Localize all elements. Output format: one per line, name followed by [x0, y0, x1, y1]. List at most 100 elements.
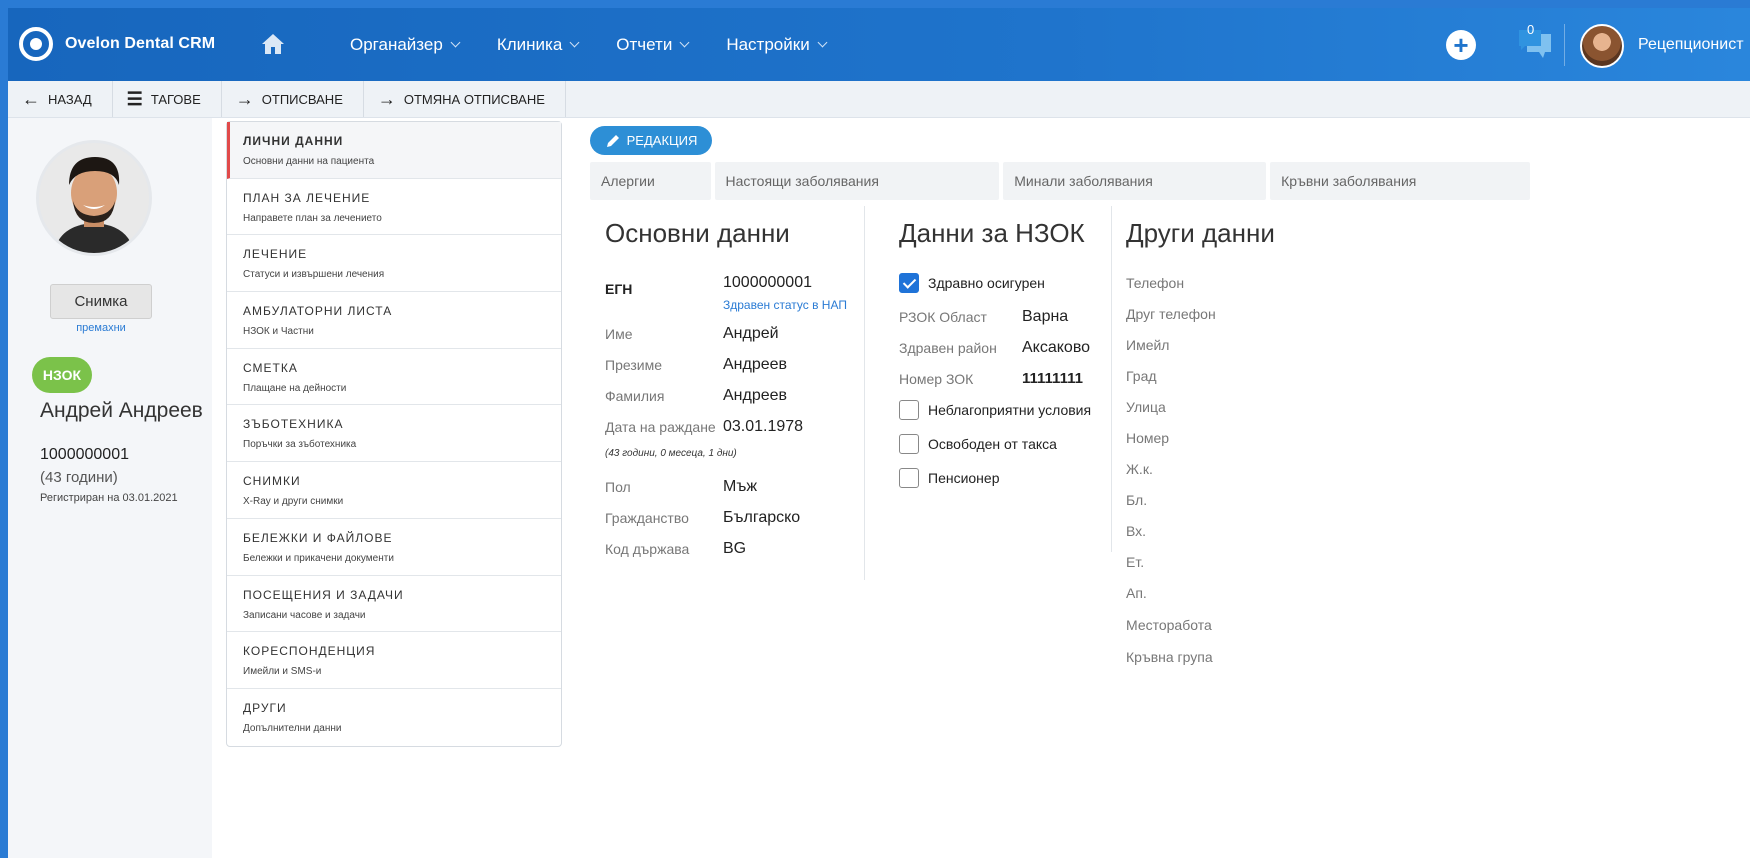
menu-item-invoice[interactable]: СМЕТКА Плащане на дейности: [227, 349, 561, 406]
zok-value: 11111111: [1022, 370, 1083, 387]
gender-value: Мъж: [723, 478, 758, 495]
menu-item-title: ПОСЕЩЕНИЯ И ЗАДАЧИ: [243, 587, 404, 602]
nav-organizer[interactable]: Органайзер: [350, 34, 461, 55]
remove-photo-link[interactable]: премахни: [8, 322, 194, 334]
city-label: Град: [1126, 368, 1157, 384]
tags-button[interactable]: ☰ ТАГОВЕ: [113, 81, 222, 117]
plus-icon: +: [1453, 30, 1469, 60]
patient-age: (43 години): [40, 469, 118, 486]
tab-past-diseases[interactable]: Минали заболявания: [1003, 162, 1267, 200]
patient-egn: 1000000001: [40, 446, 129, 463]
complex-label: Ж.к.: [1126, 461, 1153, 477]
menu-item-images[interactable]: СНИМКИ X-Ray и други снимки: [227, 462, 561, 519]
insured-label: Здравно осигурен: [928, 275, 1045, 291]
chevron-down-icon: [450, 37, 461, 48]
menu-item-ambulatory-sheets[interactable]: АМБУЛАТОРНИ ЛИСТА НЗОК и Частни: [227, 292, 561, 349]
citizenship-label: Гражданство: [605, 510, 689, 526]
add-new-button[interactable]: +: [1446, 30, 1476, 60]
patient-photo-image: [39, 143, 149, 253]
block-label: Бл.: [1126, 492, 1148, 508]
nav-label: Органайзер: [350, 34, 443, 54]
menu-item-treatment-plan[interactable]: ПЛАН ЗА ЛЕЧЕНИЕ Направете план за лечени…: [227, 179, 561, 236]
first-name-label: Име: [605, 326, 633, 342]
adverse-conditions-label: Неблагоприятни условия: [928, 402, 1092, 418]
rzok-value: Варна: [1022, 308, 1069, 325]
edit-button[interactable]: РЕДАКЦИЯ: [590, 126, 712, 155]
menu-item-title: ЛЕЧЕНИЕ: [243, 247, 308, 262]
number-label: Номер: [1126, 430, 1170, 446]
disease-tabs: Алергии Настоящи заболявания Минали забо…: [590, 162, 1534, 200]
egn-value: 1000000001: [723, 274, 812, 291]
header-divider: [1564, 24, 1565, 66]
country-value: BG: [723, 540, 747, 557]
tab-blood-diseases[interactable]: Кръвни заболявания: [1270, 162, 1530, 200]
menu-item-title: КОРЕСПОНДЕНЦИЯ: [243, 644, 376, 659]
adverse-conditions-checkbox[interactable]: [899, 400, 919, 420]
rzok-label: РЗОК Област: [899, 309, 987, 325]
menu-item-title: АМБУЛАТОРНИ ЛИСТА: [243, 304, 393, 319]
citizenship-value: Българско: [723, 509, 801, 526]
nav-settings[interactable]: Настройки: [726, 35, 828, 55]
user-role[interactable]: Рецепционист: [1638, 36, 1744, 54]
photo-button[interactable]: Снимка: [50, 284, 152, 319]
menu-item-title: ДРУГИ: [243, 700, 287, 715]
pensioner-label: Пенсионер: [928, 470, 1000, 486]
insured-checkbox[interactable]: [899, 273, 919, 293]
patient-name: Андрей Андреев: [40, 399, 203, 422]
menu-item-title: СМЕТКА: [243, 360, 298, 375]
menu-item-dental-lab[interactable]: ЗЪБОТЕХНИКА Поръчки за зъботехника: [227, 405, 561, 463]
back-label: НАЗАД: [48, 91, 92, 107]
pencil-icon: [606, 134, 619, 147]
nav-reports[interactable]: Отчети: [616, 34, 690, 55]
nav-label: Отчети: [616, 34, 673, 54]
zok-label: Номер ЗОК: [899, 371, 974, 387]
chevron-down-icon: [679, 37, 690, 48]
menu-item-title: ЛИЧНИ ДАННИ: [243, 134, 344, 148]
menu-item-subtitle: Поръчки за зъботехника: [243, 439, 357, 451]
arrow-right-icon: →: [377, 88, 396, 109]
app-logo[interactable]: Ovelon Dental CRM: [19, 27, 215, 61]
back-button[interactable]: ← НАЗАД: [8, 81, 113, 117]
arrow-left-icon: ←: [22, 88, 40, 109]
menu-item-title: БЕЛЕЖКИ И ФАЙЛОВЕ: [243, 530, 393, 545]
home-icon[interactable]: [261, 33, 285, 55]
logo-icon: [19, 27, 53, 61]
nap-status-link[interactable]: Здравен статус в НАП: [723, 298, 847, 312]
nav-label: Клиника: [496, 34, 563, 54]
menu-item-visits-tasks[interactable]: ПОСЕЩЕНИЯ И ЗАДАЧИ Записани часове и зад…: [227, 576, 561, 633]
middle-name-label: Презиме: [605, 357, 662, 373]
nav-clinic[interactable]: Клиника: [496, 34, 580, 55]
column-divider: [864, 206, 865, 580]
app-window: Ovelon Dental CRM Органайзер Клиника Отч…: [8, 8, 1750, 858]
nzok-data-title: Данни за НЗОК: [899, 218, 1085, 248]
patient-profile-panel: Снимка премахни НЗОК Андрей Андреев 1000…: [8, 118, 212, 858]
district-value: Аксаково: [1022, 339, 1091, 356]
egn-label: ЕГН: [605, 281, 633, 297]
patient-section-menu: ЛИЧНИ ДАННИ Основни данни на пациента ПЛ…: [226, 121, 562, 747]
nzok-badge: НЗОК: [32, 357, 92, 393]
menu-item-subtitle: X-Ray и други снимки: [243, 496, 344, 508]
tab-current-diseases[interactable]: Настоящи заболявания: [714, 162, 1000, 200]
cancel-checkout-button[interactable]: → ОТМЯНА ОТПИСВАНЕ: [364, 81, 566, 117]
menu-item-other[interactable]: ДРУГИ Допълнителни данни: [227, 689, 561, 746]
menu-item-personal-data[interactable]: ЛИЧНИ ДАННИ Основни данни на пациента: [227, 122, 561, 179]
pensioner-checkbox[interactable]: [899, 468, 919, 488]
floor-label: Ет.: [1126, 554, 1145, 570]
user-avatar[interactable]: [1580, 24, 1624, 68]
basic-data-title: Основни данни: [605, 218, 790, 248]
workplace-label: Месторабота: [1126, 617, 1212, 633]
country-label: Код държава: [605, 541, 690, 557]
chevron-down-icon: [569, 37, 580, 48]
messages-icon[interactable]: [1517, 26, 1553, 62]
menu-item-treatment[interactable]: ЛЕЧЕНИЕ Статуси и извършени лечения: [227, 235, 561, 293]
fee-exempt-label: Освободен от такса: [928, 436, 1057, 452]
checkout-button[interactable]: → ОТПИСВАНЕ: [222, 81, 364, 117]
edit-label: РЕДАКЦИЯ: [626, 133, 698, 148]
menu-item-notes-files[interactable]: БЕЛЕЖКИ И ФАЙЛОВЕ Бележки и прикачени до…: [227, 519, 561, 576]
menu-item-correspondence[interactable]: КОРЕСПОНДЕНЦИЯ Имейли и SMS-и: [227, 632, 561, 689]
tab-allergies[interactable]: Алергии: [590, 162, 711, 200]
list-icon: ☰: [126, 88, 143, 109]
fee-exempt-checkbox[interactable]: [899, 434, 919, 454]
gender-label: Пол: [605, 479, 631, 495]
menu-item-title: СНИМКИ: [243, 474, 301, 489]
